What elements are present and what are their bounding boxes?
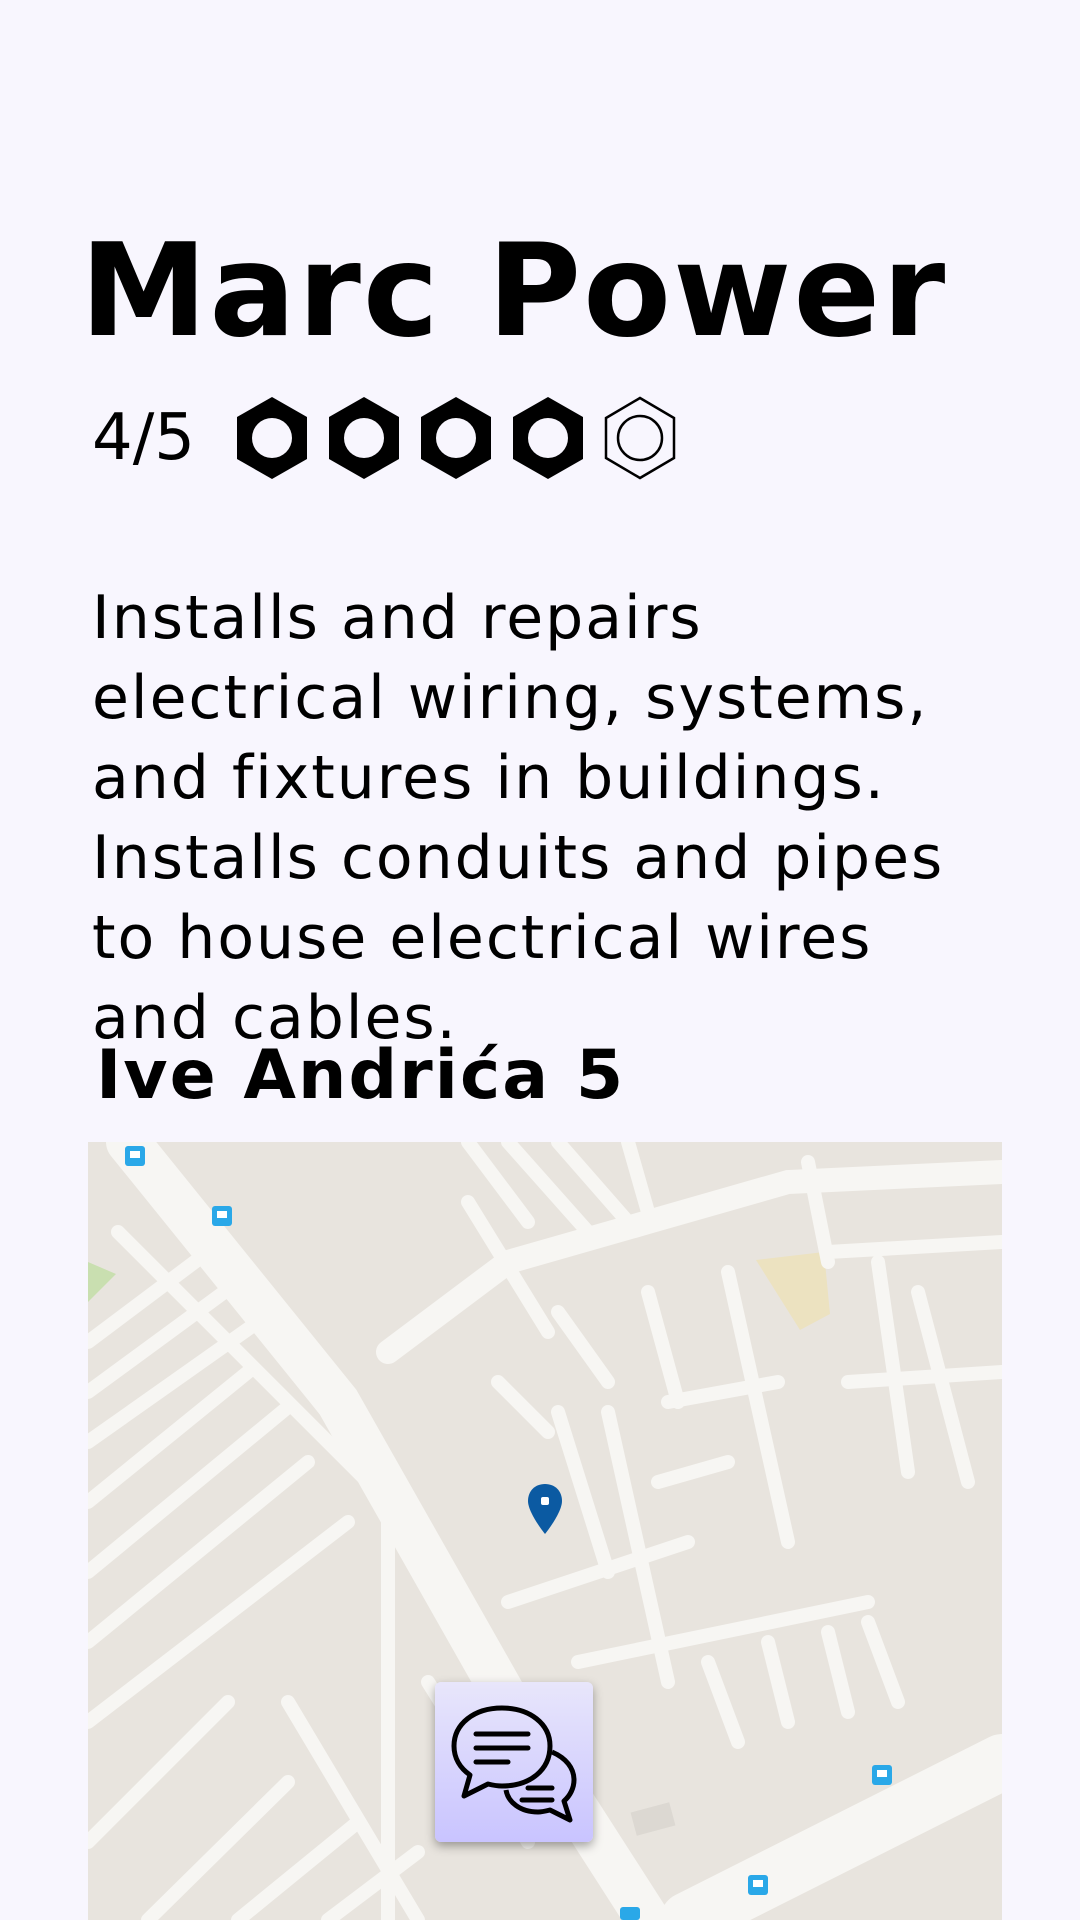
hex-nut-icon-filled: [509, 394, 587, 482]
rating-icons: [233, 394, 679, 482]
rating-text: 4/5: [92, 401, 195, 475]
provider-name: Marc Power: [80, 217, 948, 366]
hex-nut-icon-filled: [417, 394, 495, 482]
hex-nut-icon-empty: [601, 394, 679, 482]
rating: 4/5: [92, 392, 679, 484]
provider-description: Installs and repairs electrical wiring, …: [92, 583, 945, 1053]
chat-button[interactable]: [435, 1682, 593, 1842]
chat-bubbles-icon: [451, 1705, 577, 1823]
hex-nut-icon-filled: [233, 394, 311, 482]
location-pin-icon[interactable]: [526, 1482, 564, 1536]
hex-nut-icon-filled: [325, 394, 403, 482]
provider-address: Ive Andrića 5: [96, 1036, 626, 1115]
